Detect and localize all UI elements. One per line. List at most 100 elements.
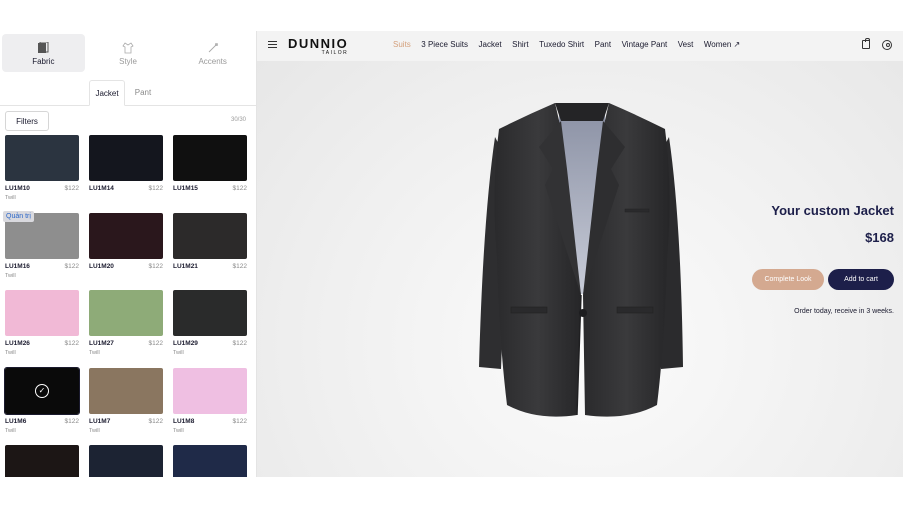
mode-fabric[interactable]: Fabric xyxy=(2,34,85,72)
fabric-price: $122 xyxy=(64,185,79,192)
fabric-swatch[interactable] xyxy=(89,290,163,336)
fabric-code: LU1M20 xyxy=(89,262,114,270)
product-title: Your custom Jacket xyxy=(771,203,894,218)
admin-tag[interactable]: Quản trị xyxy=(3,211,34,222)
fabric-toolbar: Filters 30/30 xyxy=(0,106,256,138)
fabric-swatch[interactable] xyxy=(89,135,163,181)
fabric-swatch[interactable] xyxy=(173,445,247,477)
fabric-card[interactable]: LU1M10 $122 Twill xyxy=(5,135,79,213)
fabric-card[interactable]: LU1M14 $122 xyxy=(89,135,163,213)
mode-switcher: Fabric Style Accents xyxy=(0,31,256,75)
hamburger-menu-icon[interactable] xyxy=(268,41,277,48)
fabric-swatch[interactable] xyxy=(89,367,163,414)
fabric-code: LU1M15 xyxy=(173,185,198,192)
complete-look-button[interactable]: Complete Look xyxy=(752,269,824,290)
action-buttons: Complete Look Add to cart xyxy=(752,269,894,290)
fabric-price: $122 xyxy=(232,340,247,347)
top-nav: DUNNIO TAILOR Suits 3 Piece Suits Jacket… xyxy=(257,31,903,61)
customizer-sidebar: Fabric Style Accents Jacket Pant Filters… xyxy=(0,31,257,477)
fabric-card[interactable] xyxy=(5,445,79,477)
fabric-swatch[interactable] xyxy=(5,290,79,336)
add-to-cart-button[interactable]: Add to cart xyxy=(828,269,894,290)
fabric-price: $122 xyxy=(232,417,247,425)
fabric-price: $122 xyxy=(148,417,163,425)
preview-area: DUNNIO TAILOR Suits 3 Piece Suits Jacket… xyxy=(257,31,903,477)
fabric-card[interactable]: LU1M16 $122 Twill xyxy=(5,212,79,291)
fabric-price: $122 xyxy=(232,262,247,270)
fabric-price: $122 xyxy=(148,262,163,270)
menu-vest[interactable]: Vest xyxy=(678,40,694,49)
fabric-roll-icon xyxy=(37,41,49,55)
fabric-code: LU1M7 xyxy=(89,417,111,425)
menu-women[interactable]: Women ↗ xyxy=(704,40,740,49)
fabric-card[interactable]: LU1M29 $122 Twill xyxy=(173,290,247,368)
menu-jacket[interactable]: Jacket xyxy=(479,40,502,49)
garment-tabs: Jacket Pant xyxy=(0,80,256,106)
fabric-price: $122 xyxy=(64,340,79,347)
fabric-code: LU1M16 xyxy=(5,262,30,270)
fabric-weave: Twill xyxy=(5,427,16,434)
fabric-card[interactable]: LU1M8 $122 Twill xyxy=(173,367,247,446)
menu-tuxedo-shirt[interactable]: Tuxedo Shirt xyxy=(539,40,584,49)
fabric-swatch[interactable]: ✓ xyxy=(4,366,80,415)
fabric-swatch[interactable] xyxy=(89,212,163,259)
fabric-price: $122 xyxy=(148,340,163,347)
menu-pant[interactable]: Pant xyxy=(595,40,611,49)
fabric-card[interactable]: ✓ LU1M6 $122 Twill xyxy=(4,366,80,446)
tab-jacket[interactable]: Jacket xyxy=(89,80,125,106)
fabric-code: LU1M27 xyxy=(89,340,114,347)
fabric-weave: Twill xyxy=(173,427,184,434)
fabric-code: LU1M10 xyxy=(5,185,30,192)
fabric-weave: Twill xyxy=(173,350,184,356)
menu-shirt[interactable]: Shirt xyxy=(512,40,528,49)
fabric-weave: Twill xyxy=(89,427,100,434)
logo-main: DUNNIO xyxy=(288,36,349,51)
fabric-price: $122 xyxy=(64,417,79,425)
checkmark-icon: ✓ xyxy=(35,383,49,398)
fabric-card[interactable]: LU1M15 $122 xyxy=(173,135,247,213)
mode-label: Accents xyxy=(198,56,227,66)
fabric-swatch[interactable] xyxy=(5,135,79,181)
filters-button[interactable]: Filters xyxy=(5,111,49,131)
fabric-weave: Twill xyxy=(5,195,16,201)
mode-accents[interactable]: Accents xyxy=(171,34,254,72)
menu-vintage-pant[interactable]: Vintage Pant xyxy=(622,40,668,49)
fabric-swatch[interactable] xyxy=(173,135,247,181)
category-menu: Suits 3 Piece Suits Jacket Shirt Tuxedo … xyxy=(393,40,740,49)
needle-accents-icon xyxy=(207,41,219,55)
mode-style[interactable]: Style xyxy=(87,34,170,72)
fabric-swatch[interactable] xyxy=(173,212,247,259)
fabric-code: LU1M8 xyxy=(173,417,195,425)
menu-3-piece-suits[interactable]: 3 Piece Suits xyxy=(421,40,468,49)
fabric-weave: Twill xyxy=(5,350,16,356)
order-summary: Your custom Jacket $168 xyxy=(771,203,894,245)
fabric-swatch[interactable] xyxy=(173,290,247,336)
fabric-card[interactable]: LU1M20 $122 xyxy=(89,212,163,291)
fabric-card[interactable]: LU1M21 $122 xyxy=(173,212,247,291)
fabric-price: $122 xyxy=(148,185,163,192)
menu-suits[interactable]: Suits xyxy=(393,40,411,49)
delivery-note: Order today, receive in 3 weeks. xyxy=(794,308,894,315)
fabric-card[interactable]: LU1M26 $122 Twill xyxy=(5,290,79,368)
fabric-swatch[interactable] xyxy=(89,445,163,477)
fabric-card[interactable]: LU1M27 $122 Twill xyxy=(89,290,163,368)
fabric-card[interactable] xyxy=(89,445,163,477)
fabric-price: $122 xyxy=(64,262,79,270)
fabric-code: LU1M14 xyxy=(89,185,114,192)
product-price: $168 xyxy=(865,230,894,245)
jacket-3d-preview xyxy=(479,103,683,417)
fabric-code: LU1M6 xyxy=(5,417,27,425)
fabric-swatch[interactable] xyxy=(5,445,79,477)
fabric-code: LU1M29 xyxy=(173,340,198,347)
fabric-card[interactable]: LU1M7 $122 Twill xyxy=(89,367,163,446)
shopping-bag-icon[interactable] xyxy=(862,38,870,49)
fabric-weave: Twill xyxy=(89,350,100,356)
fabric-card[interactable] xyxy=(173,445,247,477)
fabric-weave: Twill xyxy=(5,272,16,279)
user-account-icon[interactable] xyxy=(882,40,892,50)
fabric-swatch[interactable] xyxy=(173,367,247,414)
brand-logo[interactable]: DUNNIO TAILOR xyxy=(288,36,349,56)
fabric-grid: LU1M10 $122 Twill LU1M14 $122 LU1M15 $122 LU1M1… xyxy=(4,135,249,477)
mode-label: Style xyxy=(119,56,137,66)
tab-pant[interactable]: Pant xyxy=(125,80,161,105)
